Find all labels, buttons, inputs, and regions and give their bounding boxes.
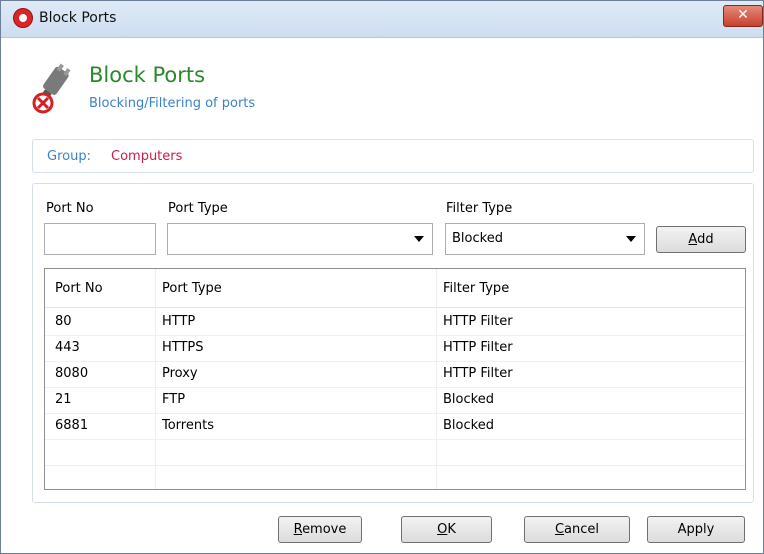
group-label: Group: bbox=[47, 149, 91, 164]
window-title: Block Ports bbox=[39, 10, 117, 26]
chevron-down-icon bbox=[626, 236, 636, 242]
cell-port-type: HTTP bbox=[162, 314, 196, 329]
ok-button[interactable]: OK bbox=[401, 516, 492, 543]
table-header: Port No Port Type Filter Type bbox=[45, 269, 745, 308]
cell-filter-type: Blocked bbox=[443, 392, 494, 407]
table-row[interactable]: 8080 Proxy HTTP Filter bbox=[45, 361, 745, 388]
header-subtitle: Blocking/Filtering of ports bbox=[89, 96, 256, 111]
cell-port-no: 443 bbox=[55, 340, 80, 355]
port-no-label: Port No bbox=[46, 201, 94, 216]
table-row[interactable]: 80 HTTP HTTP Filter bbox=[45, 309, 745, 336]
cell-port-type: Proxy bbox=[162, 366, 198, 381]
ok-button-label: K bbox=[447, 522, 456, 537]
group-value: Computers bbox=[111, 149, 183, 164]
table-row[interactable]: 21 FTP Blocked bbox=[45, 387, 745, 414]
cell-port-no: 8080 bbox=[55, 366, 89, 381]
ports-table[interactable]: Port No Port Type Filter Type 80 HTTP HT… bbox=[44, 268, 746, 490]
cell-port-type: HTTPS bbox=[162, 340, 204, 355]
block-ports-window: Block Ports ✕ Block Ports Blocking/Filte… bbox=[0, 0, 764, 554]
remove-button-label: emove bbox=[302, 522, 347, 537]
filter-type-label: Filter Type bbox=[446, 201, 513, 216]
port-type-select[interactable] bbox=[167, 223, 433, 255]
apply-button[interactable]: Apply bbox=[647, 516, 745, 543]
remove-button[interactable]: Remove bbox=[278, 516, 362, 543]
column-header-filter-type[interactable]: Filter Type bbox=[443, 281, 509, 296]
add-button[interactable]: Add bbox=[656, 226, 746, 253]
add-button-label: dd bbox=[697, 232, 714, 247]
column-header-port-no[interactable]: Port No bbox=[55, 281, 103, 296]
close-button[interactable]: ✕ bbox=[723, 5, 763, 27]
cancel-button-mnemonic: C bbox=[554, 522, 565, 537]
cell-port-type: Torrents bbox=[162, 418, 214, 433]
title-bar: Block Ports ✕ bbox=[1, 1, 763, 38]
table-row[interactable]: 6881 Torrents Blocked bbox=[45, 413, 745, 440]
column-header-port-type[interactable]: Port Type bbox=[162, 281, 222, 296]
cell-filter-type: Blocked bbox=[443, 418, 494, 433]
ok-button-mnemonic: O bbox=[437, 522, 448, 537]
app-logo-icon bbox=[13, 8, 33, 28]
add-button-mnemonic: A bbox=[688, 232, 698, 247]
port-no-input[interactable] bbox=[44, 223, 156, 255]
table-row[interactable]: 443 HTTPS HTTP Filter bbox=[45, 335, 745, 362]
header-title: Block Ports bbox=[89, 63, 206, 87]
filter-type-select[interactable]: Blocked bbox=[445, 223, 645, 255]
cell-port-no: 80 bbox=[55, 314, 72, 329]
cell-port-no: 6881 bbox=[55, 418, 89, 433]
group-panel: Group: Computers bbox=[32, 139, 754, 173]
apply-button-label: Apply bbox=[677, 522, 715, 537]
chevron-down-icon bbox=[414, 236, 424, 242]
port-type-label: Port Type bbox=[168, 201, 228, 216]
cancel-button-label: ancel bbox=[564, 522, 600, 537]
cell-port-type: FTP bbox=[162, 392, 186, 407]
cell-port-no: 21 bbox=[55, 392, 72, 407]
cell-filter-type: HTTP Filter bbox=[443, 314, 513, 329]
filter-type-value: Blocked bbox=[452, 231, 503, 246]
cancel-button[interactable]: Cancel bbox=[524, 516, 630, 543]
cell-filter-type: HTTP Filter bbox=[443, 366, 513, 381]
table-row-empty bbox=[45, 439, 745, 466]
cell-filter-type: HTTP Filter bbox=[443, 340, 513, 355]
table-row-empty bbox=[45, 465, 745, 489]
remove-button-mnemonic: R bbox=[293, 522, 303, 537]
plug-blocked-icon bbox=[32, 63, 71, 114]
